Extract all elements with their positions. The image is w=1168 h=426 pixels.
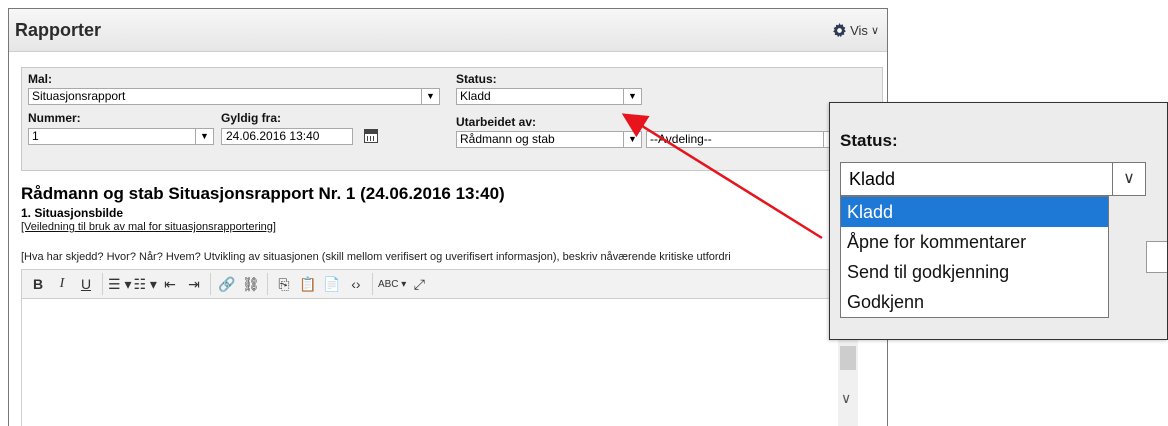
number-select[interactable]: 1 ▼	[28, 128, 214, 145]
status-label: Status:	[456, 72, 497, 86]
underline-button[interactable]: U	[75, 276, 97, 292]
maximize-icon[interactable]: ⤢	[408, 276, 430, 293]
panel-title: Rapporter	[15, 20, 102, 40]
copy-icon[interactable]: ⎘	[273, 276, 295, 293]
status-option[interactable]: Åpne for kommentarer	[841, 227, 1108, 257]
link-icon[interactable]: 🔗	[216, 276, 238, 293]
chevron-down-icon: ∨	[870, 25, 879, 37]
paste-text-icon[interactable]: 📄	[321, 276, 343, 293]
valid-from-label: Gyldig fra:	[221, 111, 282, 125]
template-label: Mal:	[28, 72, 52, 86]
paste-icon[interactable]: 📋	[297, 276, 319, 293]
valid-from-input[interactable]: 24.06.2016 13:40	[221, 128, 353, 145]
status-select[interactable]: Kladd ▼	[456, 88, 642, 105]
gear-icon	[833, 23, 846, 38]
numbered-list-button[interactable]: ☷ ▾	[133, 276, 156, 293]
reports-panel: Rapporter Vis ∨ Mal: Situasjonsrapport ▼…	[8, 8, 888, 426]
tools-group: ABC ▾ ⤢	[373, 273, 435, 295]
chevron-down-icon: ∨	[1112, 163, 1145, 195]
zoom-status-select[interactable]: Kladd ∨	[840, 162, 1146, 196]
italic-button[interactable]: I	[51, 276, 73, 292]
chevron-down-icon: ▼	[623, 132, 641, 147]
scrollbar[interactable]: ∨	[838, 340, 858, 426]
status-option[interactable]: Send til godkjenning	[841, 257, 1108, 287]
guide-link[interactable]: [Veiledning til bruk av mal for situasjo…	[21, 221, 276, 233]
link-group: 🔗 ⛓	[211, 273, 268, 295]
scrollbar-thumb[interactable]	[840, 346, 856, 370]
status-zoom-callout: Status: Kladd ∨ Kladd Åpne for kommentar…	[829, 102, 1168, 340]
status-options-list: Kladd Åpne for kommentarer Send til godk…	[840, 196, 1109, 318]
zoom-status-value: Kladd	[849, 169, 896, 189]
view-menu-button[interactable]: Vis ∨	[832, 23, 879, 38]
section-hint: [Hva har skjedd? Hvor? Når? Hvem? Utvikl…	[21, 251, 731, 263]
prepared-by-select[interactable]: Rådmann og stab ▼	[456, 131, 642, 148]
report-form: Mal: Situasjonsrapport ▼ Status: Kladd ▼…	[21, 67, 883, 171]
editor-area[interactable]	[21, 299, 847, 426]
view-label: Vis	[850, 23, 868, 38]
panel-header: Rapporter Vis ∨	[9, 9, 887, 52]
calendar-icon[interactable]	[364, 129, 378, 143]
status-option[interactable]: Kladd	[841, 197, 1108, 227]
chevron-down-icon[interactable]: ∨	[841, 390, 851, 407]
number-value: 1	[32, 129, 39, 143]
editor-toolbar: B I U ☰ ▾ ☷ ▾ ⇤ ⇥ 🔗 ⛓ ⎘ 📋 📄 ‹› ABC ▾ ⤢	[21, 269, 847, 299]
bullet-list-button[interactable]: ☰ ▾	[108, 276, 131, 293]
department-value: --Avdeling--	[650, 132, 712, 146]
chevron-down-icon: ▼	[421, 89, 439, 104]
chevron-down-icon: ▼	[195, 129, 213, 144]
report-title: Rådmann og stab Situasjonsrapport Nr. 1 …	[21, 184, 505, 203]
prepared-by-value: Rådmann og stab	[460, 132, 555, 146]
zoom-status-label: Status:	[840, 131, 898, 150]
source-icon[interactable]: ‹›	[345, 276, 367, 292]
indent-button[interactable]: ⇥	[183, 276, 205, 293]
spellcheck-button[interactable]: ABC ▾	[378, 279, 406, 290]
unlink-icon[interactable]: ⛓	[240, 276, 262, 293]
bold-button[interactable]: B	[27, 276, 49, 292]
clipboard-group: ⎘ 📋 📄 ‹›	[268, 273, 373, 295]
chevron-down-icon: ▼	[623, 89, 641, 104]
background-field-fragment	[1146, 241, 1167, 273]
prepared-by-label: Utarbeidet av:	[456, 115, 537, 129]
list-group: ☰ ▾ ☷ ▾ ⇤ ⇥	[103, 273, 211, 295]
status-value: Kladd	[460, 89, 491, 103]
status-option[interactable]: Godkjenn	[841, 287, 1108, 317]
number-label: Nummer:	[28, 111, 81, 125]
format-group: B I U	[22, 273, 103, 295]
outdent-button[interactable]: ⇤	[159, 276, 181, 293]
department-select[interactable]: --Avdeling-- ▼	[646, 131, 842, 148]
template-select[interactable]: Situasjonsrapport ▼	[28, 88, 440, 105]
template-value: Situasjonsrapport	[32, 89, 126, 103]
section-heading: 1. Situasjonsbilde	[21, 206, 124, 220]
